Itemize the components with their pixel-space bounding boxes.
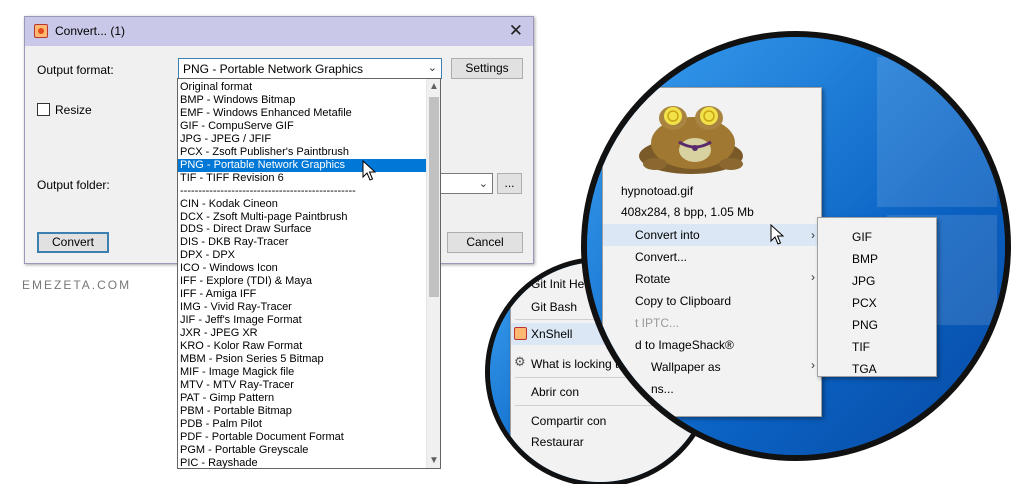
chevron-right-icon: › [811,228,815,242]
format-option[interactable]: ----------------------------------------… [178,185,427,198]
menu-item-convert[interactable]: Convert... [603,250,821,264]
dialog-title: Convert... (1) [55,24,126,38]
menu-item-rotate[interactable]: Rotate [603,272,821,286]
chevron-right-icon: › [811,358,815,372]
format-option[interactable]: PDB - Palm Pilot [178,418,427,431]
submenu-item-pcx[interactable]: PCX [818,296,936,310]
output-format-label: Output format: [37,63,114,77]
chevron-down-icon: ⌄ [478,178,488,190]
output-folder-label: Output folder: [37,178,110,192]
brand-watermark: EMEZETA.COM [22,278,132,292]
format-option[interactable]: MTV - MTV Ray-Tracer [178,379,427,392]
format-option[interactable]: JXR - JPEG XR [178,327,427,340]
convert-into-submenu: GIF BMP JPG PCX PNG TIF TGA [817,217,937,377]
format-option[interactable]: PDF - Portable Document Format [178,431,427,444]
submenu-item-gif[interactable]: GIF [818,230,936,244]
xnview-context-menu: hypnotoad.gif 408x284, 8 bpp, 1.05 Mb Co… [602,87,822,417]
chevron-down-icon: ⌄ [427,62,437,74]
output-format-select[interactable]: PNG - Portable Network Graphics ⌄ [178,58,442,79]
format-option[interactable]: JIF - Jeff's Image Format [178,314,427,327]
selected-format-text: PNG - Portable Network Graphics [183,62,364,76]
scroll-thumb[interactable] [429,97,439,297]
format-option[interactable]: EMF - Windows Enhanced Metafile [178,107,427,120]
format-option[interactable]: PIC - Rayshade [178,457,427,468]
format-option[interactable]: ICO - Windows Icon [178,262,427,275]
format-option[interactable]: BMP - Windows Bitmap [178,94,427,107]
format-option[interactable]: MIF - Image Magick file [178,366,427,379]
format-option[interactable]: KRO - Kolor Raw Format [178,340,427,353]
chevron-right-icon: › [811,270,815,284]
format-option[interactable]: IFF - Amiga IFF [178,288,427,301]
convert-button[interactable]: Convert [37,232,109,253]
file-info: 408x284, 8 bpp, 1.05 Mb [621,205,754,219]
settings-button[interactable]: Settings [451,58,523,79]
hypnotoad-thumbnail [633,98,748,178]
submenu-item-bmp[interactable]: BMP [818,252,936,266]
submenu-item-jpg[interactable]: JPG [818,274,936,288]
convert-into-label: Convert into [635,228,700,242]
menu-item-copy-clipboard[interactable]: Copy to Clipboard [603,294,821,308]
title-bar[interactable]: Convert... (1) ✕ [25,17,533,46]
xnshell-icon [514,327,527,340]
format-option[interactable]: PCX - Zsoft Publisher's Paintbrush [178,146,427,159]
format-option[interactable]: DCX - Zsoft Multi-page Paintbrush [178,211,427,224]
format-option[interactable]: DIS - DKB Ray-Tracer [178,236,427,249]
file-name: hypnotoad.gif [621,184,694,198]
format-option[interactable]: IMG - Vivid Ray-Tracer [178,301,427,314]
format-option[interactable]: TIF - TIFF Revision 6 [178,172,427,185]
submenu-item-tif[interactable]: TIF [818,340,936,354]
format-dropdown-list[interactable]: Original format BMP - Windows Bitmap EMF -… [177,78,441,469]
submenu-item-tga[interactable]: TGA [818,362,936,376]
magnifier-large: hypnotoad.gif 408x284, 8 bpp, 1.05 Mb Co… [581,31,1011,461]
format-option[interactable]: DPX - DPX [178,249,427,262]
format-option[interactable]: PGM - Portable Greyscale [178,444,427,457]
close-icon[interactable]: ✕ [509,21,523,41]
format-option[interactable]: MBM - Psion Series 5 Bitmap [178,353,427,366]
cancel-button[interactable]: Cancel [447,232,523,253]
windows-logo-pane [877,57,997,207]
scroll-down-icon[interactable]: ▼ [429,455,439,466]
format-option[interactable]: PNG - Portable Network Graphics [178,158,427,172]
format-option[interactable]: IFF - Explore (TDI) & Maya [178,275,427,288]
browse-folder-button[interactable]: ... [497,173,522,194]
menu-item-convert-into[interactable]: Convert into [603,224,821,246]
xnview-app-icon [34,24,48,38]
resize-label: Resize [55,103,92,117]
xnshell-label: XnShell [531,327,573,341]
menu-item-wallpaper[interactable]: Wallpaper as [603,360,821,374]
format-option[interactable]: PBM - Portable Bitmap [178,405,427,418]
dropdown-scrollbar[interactable]: ▲ ▼ [426,79,440,468]
format-option[interactable]: CIN - Kodak Cineon [178,198,427,211]
format-option[interactable]: PAT - Gimp Pattern [178,392,427,405]
format-option[interactable]: DDS - Direct Draw Surface [178,223,427,236]
menu-item-imageshack[interactable]: d to ImageShack® [603,338,821,352]
menu-item-edit-iptc: t IPTC... [635,316,680,330]
menu-item-options[interactable]: ns... [603,382,821,396]
format-option[interactable]: JPG - JPEG / JFIF [178,133,427,146]
format-option[interactable]: GIF - CompuServe GIF [178,120,427,133]
resize-checkbox[interactable] [37,103,50,116]
submenu-item-png[interactable]: PNG [818,318,936,332]
format-option[interactable]: Original format [178,81,427,94]
scroll-up-icon[interactable]: ▲ [429,81,439,92]
